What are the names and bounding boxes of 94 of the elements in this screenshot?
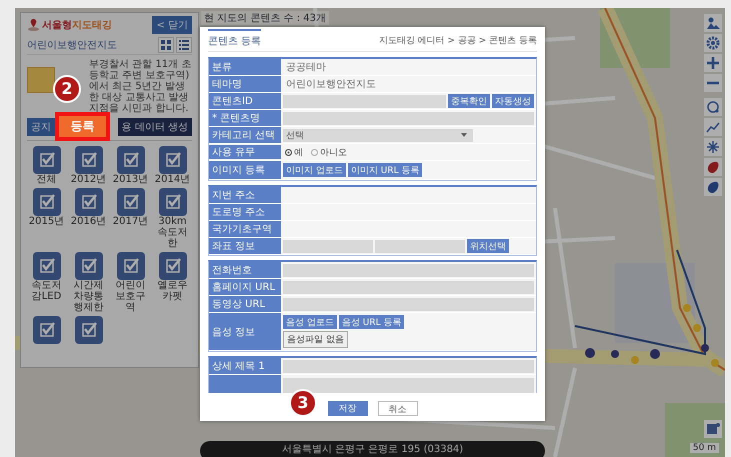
layer-label: 전체 [36, 174, 58, 185]
zoom-in-icon[interactable] [704, 54, 722, 72]
layer-label: 2016년 [70, 216, 108, 227]
text-input[interactable] [283, 94, 446, 108]
polygon-icon[interactable] [704, 158, 722, 176]
field-label: 카테고리 선택 [209, 127, 281, 143]
grid-view-icon[interactable] [158, 37, 174, 53]
layer-checkbox[interactable] [74, 316, 102, 344]
register-button[interactable]: 등록 [55, 112, 110, 141]
caret-icon [461, 133, 467, 137]
field-value: 어린이보행안전지도 [285, 78, 376, 91]
form-button[interactable]: 자동생성 [492, 94, 534, 108]
radio-button[interactable] [285, 148, 292, 156]
upload-button[interactable]: 이미지 URL 등록 [348, 163, 422, 177]
breadcrumb: 지도태깅 에디터 > 공공 > 콘텐츠 등록 [378, 35, 537, 48]
layer-checkbox[interactable] [32, 146, 60, 174]
list-view-icon[interactable] [176, 37, 192, 53]
map-scale: 50 m [690, 443, 719, 453]
radio-button[interactable] [311, 148, 318, 156]
upload-button[interactable]: 음성 업로드 [283, 315, 337, 329]
asterisk-icon[interactable] [704, 138, 722, 156]
layer-label: 어린이보호구역 [114, 280, 146, 313]
text-input[interactable] [375, 240, 465, 252]
layer-checkbox[interactable] [116, 146, 144, 174]
circle-icon[interactable] [704, 98, 722, 116]
layer-label: 2012년 [70, 174, 108, 185]
field-label: 상세 제목 1 [209, 358, 281, 374]
layer-label: 옐로우카펫 [156, 280, 188, 302]
category-select[interactable]: 선택 [283, 128, 473, 142]
layer-label: 30km속도저한 [156, 216, 188, 249]
settings-icon[interactable] [704, 34, 722, 52]
field-label: 분류 [209, 59, 281, 75]
layer-label: 시간제차량통행제한 [72, 280, 104, 313]
cancel-button[interactable]: 취소 [378, 401, 418, 416]
field-label: 이미지 등록 [209, 161, 281, 179]
field-label: 사용 유무 [209, 145, 281, 159]
map-pin-icon [27, 18, 40, 31]
layer-label: 2017년 [112, 216, 150, 227]
layer-label: 2014년 [154, 174, 192, 185]
field-label: * 콘텐츠명 [209, 110, 281, 126]
close-button[interactable]: < 닫기 [152, 16, 192, 34]
layer-checkbox[interactable] [74, 146, 102, 174]
layer-label: 2013년 [112, 174, 150, 185]
radio-label: 예 [294, 146, 303, 158]
field-label: 좌표 정보 [209, 238, 281, 254]
polygon-icon[interactable] [704, 178, 722, 196]
file-status-button[interactable]: 음성파일 없음 [283, 331, 348, 348]
layer-checkbox[interactable] [116, 188, 144, 216]
map-layers-icon[interactable] [704, 420, 722, 438]
layer-checkbox[interactable] [74, 188, 102, 216]
upload-button[interactable]: 음성 URL 등록 [338, 315, 404, 329]
layer-checkbox[interactable] [32, 188, 60, 216]
field-label: 콘텐츠ID [209, 93, 281, 109]
theme-title: 어린이보행안전지도 [27, 39, 117, 52]
layer-checkbox[interactable] [116, 252, 144, 280]
text-input[interactable] [283, 280, 534, 294]
text-input[interactable] [283, 298, 534, 310]
field-label: 동영상 URL [209, 296, 281, 312]
thumbnail-placeholder [27, 67, 55, 93]
text-input[interactable] [283, 360, 534, 372]
address-bar: 서울특별시 은평구 은평로 195 (03384) [200, 441, 545, 457]
radio-label: 아니오 [320, 146, 347, 158]
field-label: 전화번호 [209, 262, 281, 278]
layer-checkbox[interactable] [158, 252, 186, 280]
content-count: 현 지도의 콘텐츠 수 : 43개 [201, 11, 329, 25]
form-button[interactable]: 위치선택 [467, 239, 509, 253]
field-label: 테마명 [209, 76, 281, 92]
field-label: 음성 정보 [209, 313, 281, 350]
theme-description: 부경찰서 관할 11개 초등학교 주변 보호구역)에서 최근 5년간 발생한 대상 교통사고 발생 지점을 시민과 합니다. [89, 59, 192, 114]
layer-checkbox[interactable] [74, 252, 102, 280]
dialog-title: 콘텐츠 등록 [208, 29, 262, 51]
field-label: 홈페이지 URL [209, 279, 281, 295]
zoom-out-icon[interactable] [704, 74, 722, 92]
logo-text: 지도태깅 [72, 18, 112, 32]
logo-text: 서울형 [42, 18, 72, 32]
layer-checkbox[interactable] [32, 316, 60, 344]
field-label: 지번 주소 [209, 187, 281, 203]
panel-button[interactable]: 공지 [27, 118, 55, 136]
layer-checkbox[interactable] [32, 252, 60, 280]
text-input[interactable] [283, 112, 534, 124]
field-value: 공공테마 [285, 61, 326, 74]
field-label: 도로명 주소 [209, 204, 281, 220]
text-input[interactable] [283, 240, 373, 252]
form-button[interactable]: 중복확인 [448, 94, 490, 108]
layer-checkbox[interactable] [158, 146, 186, 174]
polyline-icon[interactable] [704, 118, 722, 136]
text-input[interactable] [283, 264, 534, 276]
layer-label: 속도저감LED [30, 280, 62, 302]
field-label: 국가기초구역 [209, 221, 281, 237]
layer-label: 2015년 [28, 216, 66, 227]
save-button[interactable]: 저장 [328, 401, 368, 416]
upload-button[interactable]: 이미지 업로드 [283, 163, 346, 177]
layer-checkbox[interactable] [158, 188, 186, 216]
panel-button[interactable]: 용 데이터 생성 [118, 118, 192, 136]
